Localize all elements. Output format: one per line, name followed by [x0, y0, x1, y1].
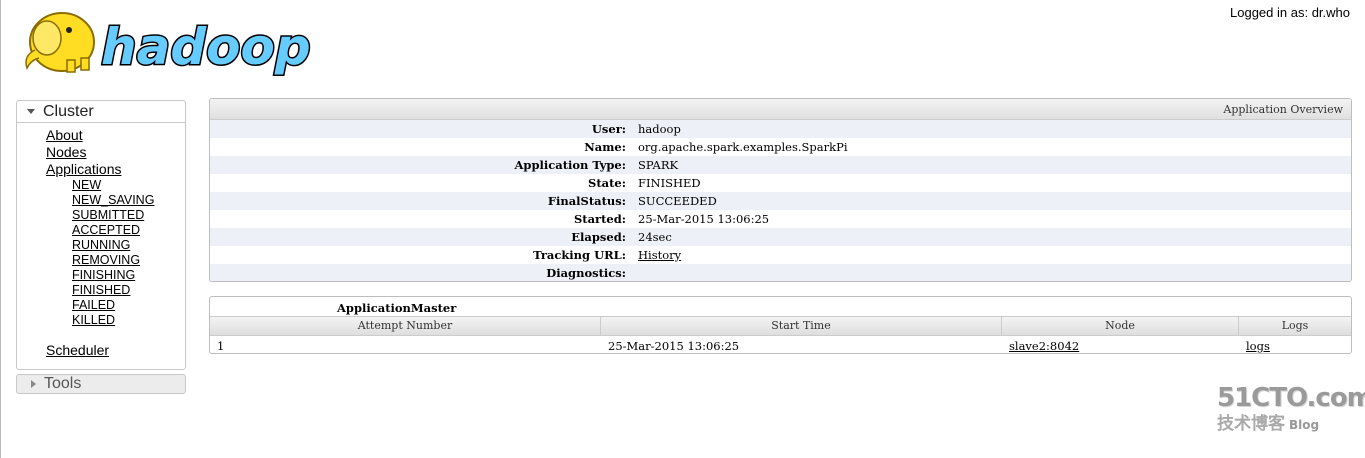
overview-row-name: Name: org.apache.spark.examples.SparkPi — [210, 138, 1351, 156]
overview-rows: User: hadoop Name: org.apache.spark.exam… — [210, 120, 1351, 281]
hadoop-logo: hadoop — [17, 4, 317, 78]
attempt-number-cell: 1 — [217, 339, 225, 353]
nav-link-accepted[interactable]: ACCEPTED — [72, 223, 154, 238]
column-header-start-time[interactable]: Start Time — [601, 317, 1002, 335]
row-value: 24sec — [638, 230, 672, 244]
cluster-nav-panel: Cluster About Nodes Applications NEW NEW… — [16, 100, 186, 370]
watermark-sub: 技术博客 — [1217, 414, 1285, 434]
tools-header[interactable]: Tools — [16, 374, 186, 394]
overview-row-tracking-url: Tracking URL: History — [210, 246, 1351, 264]
row-key: User: — [591, 122, 626, 136]
cluster-label: Cluster — [43, 103, 94, 120]
row-key: Elapsed: — [571, 230, 626, 244]
overview-title: Application Overview — [210, 99, 1351, 120]
triangle-right-icon — [31, 380, 36, 388]
overview-row-state: State: FINISHED — [210, 174, 1351, 192]
hadoop-wordmark: hadoop — [101, 18, 311, 76]
column-header-logs[interactable]: Logs — [1239, 317, 1351, 335]
triangle-down-icon — [27, 109, 35, 114]
nav-link-submitted[interactable]: SUBMITTED — [72, 208, 154, 223]
nav-link-about[interactable]: About — [46, 127, 154, 144]
overview-row-elapsed: Elapsed: 24sec — [210, 228, 1351, 246]
logs-link[interactable]: logs — [1246, 339, 1270, 353]
node-link[interactable]: slave2:8042 — [1009, 339, 1079, 353]
application-master-title: ApplicationMaster — [337, 301, 457, 315]
row-key: Started: — [573, 212, 626, 226]
nav-link-running[interactable]: RUNNING — [72, 238, 154, 253]
nav-link-failed[interactable]: FAILED — [72, 298, 154, 313]
application-overview-table: Application Overview User: hadoop Name: … — [209, 98, 1352, 282]
overview-row-finalstatus: FinalStatus: SUCCEEDED — [210, 192, 1351, 210]
overview-row-started: Started: 25-Mar-2015 13:06:25 — [210, 210, 1351, 228]
column-header-node[interactable]: Node — [1002, 317, 1239, 335]
nav-link-nodes[interactable]: Nodes — [46, 144, 154, 161]
nav-link-applications[interactable]: Applications — [46, 161, 154, 178]
nav-link-killed[interactable]: KILLED — [72, 313, 154, 328]
nav-link-finished[interactable]: FINISHED — [72, 283, 154, 298]
row-value: SPARK — [638, 158, 679, 172]
column-header-attempt-number[interactable]: Attempt Number — [210, 317, 601, 335]
hadoop-elephant-icon: hadoop — [25, 12, 312, 78]
nav-link-scheduler[interactable]: Scheduler — [46, 342, 109, 358]
app-state-links: NEW NEW_SAVING SUBMITTED ACCEPTED RUNNIN… — [72, 178, 154, 328]
cluster-links: About Nodes Applications NEW NEW_SAVING … — [46, 127, 154, 328]
row-key: State: — [588, 176, 626, 190]
logged-in-label: Logged in as: dr.who — [1230, 5, 1350, 20]
tracking-url-link[interactable]: History — [638, 248, 681, 262]
overview-row-diagnostics: Diagnostics: — [210, 264, 1351, 281]
row-value: FINISHED — [638, 176, 701, 190]
tools-label: Tools — [44, 375, 82, 392]
nav-link-new-saving[interactable]: NEW_SAVING — [72, 193, 154, 208]
51cto-watermark: 51CTO.com 技术博客 Blog — [1217, 383, 1365, 443]
overview-row-user: User: hadoop — [210, 120, 1351, 138]
cluster-header[interactable]: Cluster — [17, 101, 185, 123]
watermark-blog: Blog — [1289, 418, 1320, 432]
nav-link-new[interactable]: NEW — [72, 178, 154, 193]
row-value: org.apache.spark.examples.SparkPi — [638, 140, 848, 154]
row-value: 25-Mar-2015 13:06:25 — [638, 212, 770, 226]
row-value: hadoop — [638, 122, 681, 136]
row-key: Name: — [584, 140, 626, 154]
application-master-table: ApplicationMaster Attempt Number Start T… — [209, 296, 1352, 354]
row-key: Tracking URL: — [533, 248, 626, 262]
row-key: FinalStatus: — [547, 194, 626, 208]
start-time-cell: 25-Mar-2015 13:06:25 — [608, 339, 740, 353]
nav-link-removing[interactable]: REMOVING — [72, 253, 154, 268]
watermark-site: 51CTO.com — [1217, 383, 1365, 413]
row-key: Application Type: — [514, 158, 627, 172]
table-row: 1 25-Mar-2015 13:06:25 slave2:8042 logs — [210, 336, 1351, 353]
overview-row-type: Application Type: SPARK — [210, 156, 1351, 174]
table-header-row: Attempt Number Start Time Node Logs — [210, 316, 1351, 336]
row-key: Diagnostics: — [546, 266, 626, 280]
nav-link-finishing[interactable]: FINISHING — [72, 268, 154, 283]
row-value: SUCCEEDED — [638, 194, 717, 208]
